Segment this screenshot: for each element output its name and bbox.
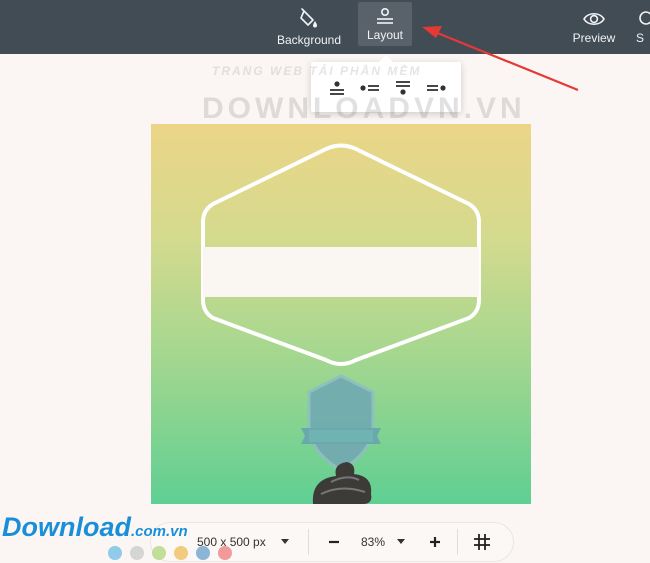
name-banner [203, 247, 479, 297]
cream-swirl-icon [312, 462, 372, 504]
layout-center-icon [377, 7, 393, 24]
more-button-partial[interactable]: S [636, 0, 650, 54]
zoom-caret-icon[interactable] [397, 539, 405, 545]
brand-main: Download [2, 512, 131, 542]
brand-dot [130, 546, 144, 560]
brand-dot [152, 546, 166, 560]
shield-icon [307, 374, 375, 472]
brand-dots [108, 546, 240, 560]
brand-sub: .com.vn [131, 523, 188, 540]
watermark-tagline: TRANG WEB TẢI PHẦN MỀM [212, 64, 422, 78]
design-canvas[interactable] [151, 124, 531, 504]
grid-icon[interactable] [473, 533, 491, 551]
brand-watermark: Download.com.vn [2, 512, 188, 543]
zoom-level[interactable]: 83% [361, 535, 385, 549]
zoom-in-icon[interactable] [427, 534, 443, 550]
partial-icon [639, 10, 650, 25]
more-label: S [636, 30, 645, 45]
layout-label: Layout [366, 27, 404, 42]
divider [457, 529, 458, 555]
dropdown-caret [379, 55, 393, 62]
watermark-title: DOWNLOADVN.VN [202, 92, 526, 125]
background-label: Background [276, 32, 342, 47]
divider [308, 529, 309, 555]
logo-artwork [201, 143, 481, 504]
layout-button[interactable]: Layout [358, 2, 412, 46]
brand-dot [218, 546, 232, 560]
background-button[interactable]: Background [272, 0, 346, 54]
size-caret-icon[interactable] [281, 539, 289, 545]
annotation-arrow [422, 26, 579, 92]
paint-bucket-icon [300, 7, 317, 27]
brand-dot [196, 546, 210, 560]
brand-dot [174, 546, 188, 560]
brand-dot [108, 546, 122, 560]
zoom-out-icon[interactable] [326, 534, 342, 550]
